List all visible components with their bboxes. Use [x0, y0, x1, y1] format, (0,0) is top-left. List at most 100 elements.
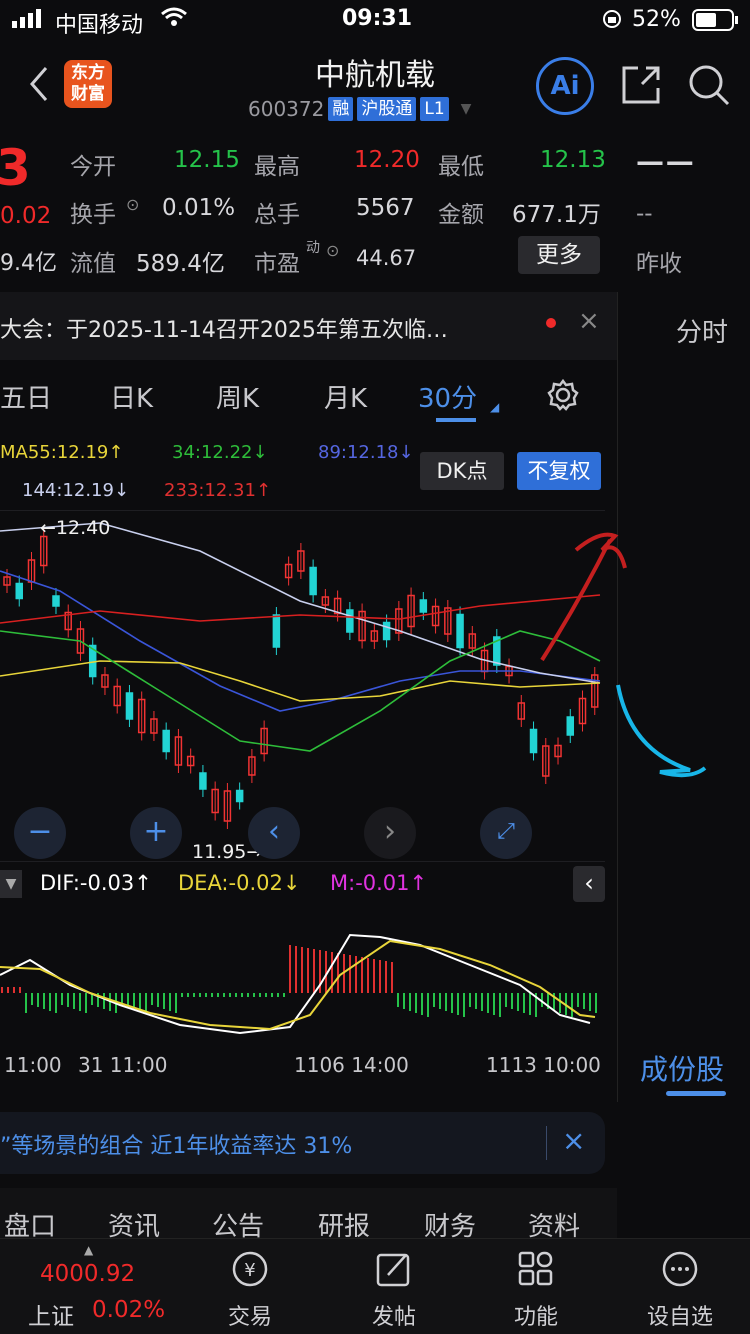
low-value: 12.13 [540, 147, 606, 173]
amount-label: 金额 [438, 202, 484, 228]
high-value: 12.20 [354, 147, 420, 173]
prev-dash: -- [636, 201, 653, 227]
prev-close-label: 昨收 [636, 251, 682, 277]
candle-body [382, 621, 391, 641]
red-arrow-head [574, 532, 627, 569]
post-icon [374, 1249, 414, 1293]
period-tabs: 五日 日K 周K 月K 30分 ◢ [0, 360, 617, 430]
svg-text:¥: ¥ [244, 1260, 255, 1281]
bottom-tab-bar: ▲ 4000.92 上证 0.02% ¥ 交易 发帖 功能 设自选 [0, 1238, 750, 1334]
pe-value: 44.67 [356, 246, 417, 270]
clock: 09:31 [342, 6, 413, 31]
promo-banner[interactable]: ”等场景的组合 近1年收益率达 31% × [0, 1112, 605, 1174]
candle-body [162, 729, 170, 753]
macd-chart [0, 905, 605, 1043]
fullscreen-button[interactable]: ⤢ [480, 807, 532, 859]
divider [546, 1126, 547, 1160]
settings-icon[interactable] [546, 378, 580, 419]
pe-label: 市盈 [254, 251, 300, 277]
stock-code: 600372 [248, 97, 325, 121]
low-label: 最低 [438, 154, 484, 180]
candle-body [529, 728, 538, 754]
more-button[interactable]: 更多 [518, 236, 600, 274]
trade-icon: ¥ [230, 1249, 270, 1293]
tab-functions[interactable]: 功能 [486, 1239, 586, 1334]
notice-bar[interactable]: 大会：于2025-11-14召开2025年第五次临… × [0, 292, 617, 360]
ma34-label: 34:12.22↓ [172, 442, 268, 463]
tab-time-share[interactable]: 分时 [676, 312, 728, 349]
more-icon [660, 1249, 700, 1293]
battery-percent: 52% [632, 7, 681, 32]
dropdown-icon[interactable]: ▼ [461, 101, 472, 117]
tab-trade[interactable]: ¥ 交易 [200, 1239, 300, 1334]
float-label: 流值 [70, 251, 116, 277]
rotation-lock-icon [602, 9, 622, 35]
ma144-label: 144:12.19↓ [22, 480, 130, 501]
level-tag: L1 [420, 97, 449, 121]
x-tick: 11:00 [4, 1053, 62, 1077]
tab-weekly-k[interactable]: 周K [216, 378, 259, 415]
high-label: 最高 [254, 154, 300, 180]
volume-label: 总手 [254, 202, 300, 228]
indicator-dropdown[interactable]: ▼ [0, 870, 22, 898]
ma89-line [0, 570, 601, 712]
zoom-in-button[interactable]: + [130, 807, 182, 859]
pe-info-icon[interactable]: ⊙ [326, 241, 339, 260]
price-change: 0.02 [0, 203, 52, 229]
pe-sup: 动 [306, 240, 320, 256]
close-icon[interactable]: × [562, 1124, 585, 1157]
candle-body [419, 599, 428, 613]
adjust-button[interactable]: 不复权 [517, 452, 601, 490]
index-change[interactable]: 0.02% [92, 1297, 165, 1323]
scroll-right-button[interactable]: › [364, 807, 416, 859]
time-axis: 11:00 31 11:00 1106 14:00 1113 10:00 [0, 1043, 605, 1091]
ai-button[interactable]: Ai [536, 57, 594, 115]
candle-body [15, 582, 23, 600]
candle-body [125, 692, 134, 720]
scroll-left-button[interactable]: ‹ [248, 807, 300, 859]
annotation-arrows [540, 532, 707, 778]
unread-dot [546, 318, 556, 328]
tab-30min[interactable]: 30分 [418, 378, 477, 415]
wifi-icon [160, 6, 188, 34]
kline-chart[interactable]: ←12.40 11.95→ − + ‹ › ⤢ [0, 510, 605, 863]
tab-components[interactable]: 成份股 [640, 1048, 724, 1088]
info-icon[interactable]: ⊙ [126, 195, 139, 214]
index-value[interactable]: 4000.92 [40, 1261, 135, 1287]
index-name[interactable]: 上证 [28, 1297, 74, 1331]
search-icon[interactable] [686, 62, 732, 112]
dea-label: DEA:-0.02↓ [178, 871, 301, 895]
candle-body [309, 566, 317, 596]
red-arrow-stroke [540, 539, 612, 662]
x-tick: 1113 10:00 [486, 1053, 601, 1077]
volume-value: 5567 [356, 195, 415, 221]
zoom-out-button[interactable]: − [14, 807, 66, 859]
connect-tag: 沪股通 [357, 97, 417, 121]
collapse-icon[interactable]: ‹ [573, 866, 605, 902]
price-dash: — — [636, 145, 694, 178]
promo-text: ”等场景的组合 近1年收益率达 31% [0, 1134, 353, 1159]
tab-post[interactable]: 发帖 [344, 1239, 444, 1334]
open-value: 12.15 [174, 147, 240, 173]
float-value: 589.4亿 [136, 251, 225, 277]
quote-panel: 3 0.02 9.4亿 今开 12.15 最高 12.20 最低 12.13 —… [0, 135, 750, 285]
macd-svg [0, 933, 597, 1035]
candle-body [272, 614, 281, 648]
candle-body [52, 595, 60, 607]
dk-point-button[interactable]: DK点 [420, 452, 504, 490]
tab-five-day[interactable]: 五日 [0, 378, 52, 415]
share-icon[interactable] [618, 62, 664, 112]
tab-daily-k[interactable]: 日K [110, 378, 153, 415]
blue-arrow [616, 684, 707, 778]
tab-monthly-k[interactable]: 月K [324, 378, 367, 415]
functions-icon [516, 1249, 556, 1293]
stock-code-row: 600372 融 沪股通 L1 ▼ [248, 95, 471, 123]
turnover-label: 换手 [70, 202, 116, 228]
tab-add-watchlist[interactable]: 设自选 [630, 1239, 730, 1334]
total-mktcap: 9.4亿 [0, 251, 57, 276]
high-marker: ←12.40 [40, 517, 111, 539]
close-icon[interactable]: × [578, 306, 600, 336]
dif-label: DIF:-0.03↑ [40, 871, 152, 895]
ma233-label: 233:12.31↑ [164, 480, 272, 501]
candle-body [235, 789, 244, 803]
